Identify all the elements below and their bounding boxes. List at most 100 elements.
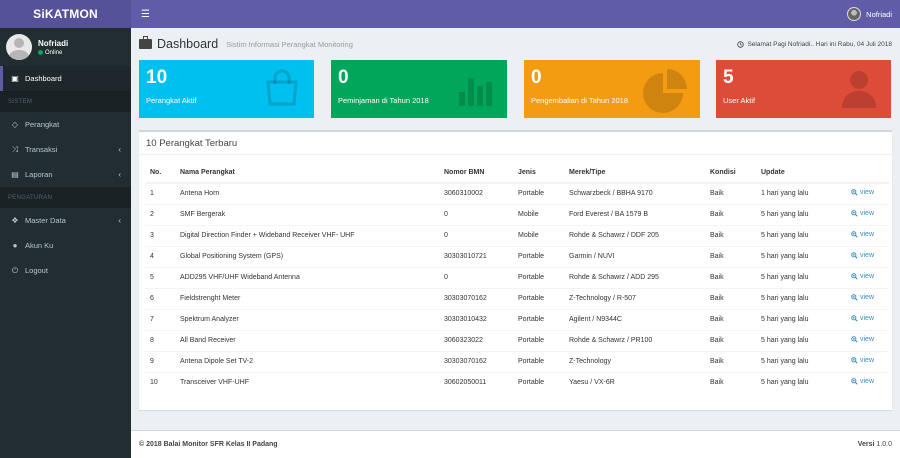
sidebar-item-label: Master Data [25, 216, 66, 225]
table-row: 4 Global Positioning System (GPS) 30303010… [145, 245, 889, 267]
user-avatar [6, 34, 32, 60]
page-subtitle: Sistim Informasi Perangkat Monitoring [226, 39, 353, 49]
app-logo[interactable]: SiKATMON [0, 0, 131, 28]
table-cell: Spektrum Analyzer [175, 308, 439, 330]
search-plus-icon [851, 189, 858, 196]
column-header: Update [756, 163, 846, 184]
sidebar-item-label: Akun Ku [25, 241, 54, 250]
column-header: No. [145, 163, 175, 184]
box-title: 10 Perangkat Terbaru [139, 132, 892, 155]
table-cell: 1 hari yang lalu [756, 182, 846, 204]
view-link[interactable]: view [851, 231, 874, 238]
chevron-left-icon: ‹ [118, 170, 121, 179]
view-link[interactable]: view [851, 378, 874, 385]
stat-box-3: 0 Pengembalian di Tahun 2018 [524, 60, 700, 118]
table-cell: Baik [705, 371, 756, 393]
table-cell: Rohde & Schawrz / DDF 205 [564, 224, 705, 246]
table-cell: 5 hari yang lalu [756, 329, 846, 351]
footer-copyright: © 2018 Balai Monitor SFR Kelas II Padang [139, 441, 278, 448]
table-cell: Garmin / NUVI [564, 245, 705, 267]
table-cell: Baik [705, 287, 756, 309]
column-header: Nomor BMN [439, 163, 513, 184]
view-link[interactable]: view [851, 252, 874, 259]
stat-label: Peminjaman di Tahun 2018 [338, 96, 429, 105]
table-cell: Z-Technology [564, 350, 705, 372]
latest-devices-box: 10 Perangkat Terbaru No. Nama Perangkat No… [139, 130, 892, 410]
table-cell: Baik [705, 308, 756, 330]
table-cell: Yaesu / VX-6R [564, 371, 705, 393]
sidebar-item-laporan[interactable]: ▤ Laporan ‹ [0, 162, 131, 187]
sidebar-item-perangkat[interactable]: ◇ Perangkat [0, 112, 131, 137]
table-cell: 10 [145, 371, 175, 393]
user-silhouette-icon [839, 68, 879, 110]
table-cell: Baik [705, 266, 756, 288]
view-link[interactable]: view [851, 273, 874, 280]
table-cell: 7 [145, 308, 175, 330]
table-cell-action: view [846, 224, 889, 246]
column-header: Nama Perangkat [175, 163, 439, 184]
table-row: 2 SMF Bergerak 0 Mobile Ford Everest / BA 15… [145, 203, 889, 225]
stat-value: 0 [531, 67, 542, 88]
stat-value: 5 [723, 67, 734, 88]
table-cell: Mobile [513, 224, 564, 246]
view-link[interactable]: view [851, 294, 874, 301]
table-cell: 30303070162 [439, 287, 513, 309]
table-row: 10 Transceiver VHF-UHF 30602050011 Portable… [145, 371, 889, 393]
search-plus-icon [851, 273, 858, 280]
user-menu[interactable]: Nofriadi [847, 7, 892, 21]
table-cell: Digital Direction Finder + Wideband Rece… [175, 224, 439, 246]
greeting: Selamat Pagi Nofriadi.. Hari ini Rabu, 0… [737, 41, 892, 48]
table-cell-action: view [846, 371, 889, 393]
table-cell: Baik [705, 329, 756, 351]
user-status: Online [38, 50, 68, 56]
view-label: view [860, 210, 875, 217]
view-link[interactable]: view [851, 336, 874, 343]
table-cell: Mobile [513, 203, 564, 225]
table-cell: 0 [439, 266, 513, 288]
power-icon: ⏻ [11, 265, 19, 275]
file-icon: ▤ [11, 170, 19, 179]
table-row: 8 All Band Receiver 3060323022 Portable Rohd… [145, 329, 889, 351]
table-cell: 30602050011 [439, 371, 513, 393]
chevron-left-icon: ‹ [118, 216, 121, 225]
table-cell: 8 [145, 329, 175, 351]
view-link[interactable]: view [851, 189, 874, 196]
search-plus-icon [851, 231, 858, 238]
table-cell-action: view [846, 266, 889, 288]
table-cell: 3060323022 [439, 329, 513, 351]
stat-value: 0 [338, 67, 349, 88]
version-number: 1.0.0 [876, 441, 892, 448]
sidebar-item-dashboard[interactable]: ▣ Dashboard [0, 66, 131, 91]
search-plus-icon [851, 294, 858, 301]
view-link[interactable]: view [851, 315, 874, 322]
table-cell-action: view [846, 350, 889, 372]
table-row: 9 Antena Dipole Set TV-2 30303070162 Portab… [145, 350, 889, 372]
view-link[interactable]: view [851, 357, 874, 364]
cubes-icon: ❖ [11, 216, 19, 225]
search-plus-icon [851, 315, 858, 322]
table-cell: Transceiver VHF-UHF [175, 371, 439, 393]
table-cell: 5 hari yang lalu [756, 245, 846, 267]
version-label: Versi [857, 441, 875, 448]
table-cell: 2 [145, 203, 175, 225]
table-cell: 5 hari yang lalu [756, 371, 846, 393]
sidebar-item-akun-ku[interactable]: ● Akun Ku [0, 233, 131, 258]
search-plus-icon [851, 378, 858, 385]
table-cell: 4 [145, 245, 175, 267]
table-cell: Antena Horn [175, 182, 439, 204]
table-cell: Portable [513, 287, 564, 309]
sidebar-item-logout[interactable]: ⏻ Logout [0, 258, 131, 283]
footer-version: Versi 1.0.0 [858, 441, 892, 448]
search-plus-icon [851, 357, 858, 364]
table-cell: SMF Bergerak [175, 203, 439, 225]
page-header: Dashboard Sistim Informasi Perangkat Mon… [139, 36, 892, 52]
table-cell: Ford Everest / BA 1579 B [564, 203, 705, 225]
shopping-bag-icon [262, 68, 302, 110]
sidebar-item-label: Perangkat [25, 120, 60, 129]
sidebar-item-transaksi[interactable]: ⤨ Transaksi ‹ [0, 137, 131, 162]
stat-label: Pengembalian di Tahun 2018 [531, 96, 629, 105]
sidebar-item-master-data[interactable]: ❖ Master Data ‹ [0, 208, 131, 233]
view-link[interactable]: view [851, 210, 874, 217]
menu-toggle-icon[interactable]: ☰ [139, 7, 152, 22]
view-label: view [860, 252, 875, 259]
